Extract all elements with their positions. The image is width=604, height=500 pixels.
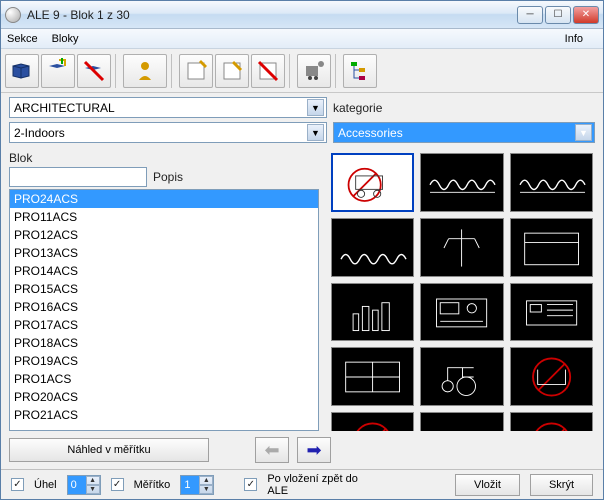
uhel-input[interactable]: 0 ▲▼ xyxy=(67,475,101,495)
thumbnail[interactable] xyxy=(331,412,414,431)
nav-row: Náhled v měřítku ⬅ ➡ xyxy=(1,431,603,469)
thumbnail[interactable] xyxy=(331,153,414,212)
po-vlozeni-checkbox[interactable] xyxy=(244,478,257,491)
left-panel: Blok Popis PRO24ACSPRO11ACSPRO12ACSPRO13… xyxy=(9,151,319,431)
thumbnail[interactable] xyxy=(420,283,503,342)
menubar: Sekce Bloky Info xyxy=(1,29,603,49)
chevron-down-icon: ▼ xyxy=(307,99,324,116)
right-panel xyxy=(329,151,595,431)
blok-label: Blok xyxy=(9,151,319,165)
thumbnail[interactable] xyxy=(420,412,503,431)
thumbnail[interactable] xyxy=(331,347,414,406)
list-item[interactable]: PRO16ACS xyxy=(10,298,318,316)
chevron-down-icon: ▼ xyxy=(575,124,592,141)
list-item[interactable]: PRO17ACS xyxy=(10,316,318,334)
meritko-label: Měřítko xyxy=(134,479,171,491)
thumbnail-scroll[interactable] xyxy=(329,151,595,431)
toolbar-save-icon[interactable] xyxy=(41,54,75,88)
list-item[interactable]: PRO18ACS xyxy=(10,334,318,352)
architectural-dropdown[interactable]: ARCHITECTURAL ▼ xyxy=(9,97,327,118)
uhel-checkbox[interactable] xyxy=(11,478,24,491)
list-item[interactable]: PRO13ACS xyxy=(10,244,318,262)
menu-bloky[interactable]: Bloky xyxy=(52,33,79,45)
vlozit-button[interactable]: Vložit xyxy=(455,474,520,496)
block-list[interactable]: PRO24ACSPRO11ACSPRO12ACSPRO13ACSPRO14ACS… xyxy=(9,189,319,431)
thumbnail[interactable] xyxy=(510,283,593,342)
bottom-bar: Úhel 0 ▲▼ Měřítko 1 ▲▼ Po vložení zpět d… xyxy=(1,469,603,499)
thumbnail-grid xyxy=(329,151,595,431)
thumbnail[interactable] xyxy=(510,153,593,212)
titlebar: ALE 9 - Blok 1 z 30 ─ ☐ ✕ xyxy=(1,1,603,29)
menu-sekce[interactable]: Sekce xyxy=(7,33,38,45)
list-item[interactable]: PRO20ACS xyxy=(10,388,318,406)
list-item[interactable]: PRO14ACS xyxy=(10,262,318,280)
popis-label: Popis xyxy=(153,170,183,184)
blok-name-input[interactable] xyxy=(9,167,147,187)
indoors-dropdown[interactable]: 2-Indoors ▼ xyxy=(9,122,327,143)
indoors-value: 2-Indoors xyxy=(14,126,65,140)
preview-button[interactable]: Náhled v měřítku xyxy=(9,438,209,462)
list-item[interactable]: PRO1ACS xyxy=(10,370,318,388)
thumbnail[interactable] xyxy=(510,347,593,406)
thumbnail[interactable] xyxy=(331,218,414,277)
app-window: ALE 9 - Blok 1 z 30 ─ ☐ ✕ Sekce Bloky In… xyxy=(0,0,604,500)
thumbnail[interactable] xyxy=(420,218,503,277)
accessories-dropdown[interactable]: Accessories ▼ xyxy=(333,122,595,143)
toolbar xyxy=(1,49,603,93)
chevron-down-icon: ▼ xyxy=(307,124,324,141)
prev-arrow-button[interactable]: ⬅ xyxy=(255,437,289,463)
thumbnail[interactable] xyxy=(420,153,503,212)
minimize-button[interactable]: ─ xyxy=(517,6,543,24)
skryt-button[interactable]: Skrýt xyxy=(530,474,593,496)
menu-info[interactable]: Info xyxy=(565,33,583,45)
thumbnail[interactable] xyxy=(510,218,593,277)
list-item[interactable]: PRO24ACS xyxy=(10,190,318,208)
list-item[interactable]: PRO21ACS xyxy=(10,406,318,424)
selectors-area: ARCHITECTURAL ▼ kategorie 2-Indoors ▼ Ac… xyxy=(1,93,603,147)
meritko-checkbox[interactable] xyxy=(111,478,124,491)
uhel-label: Úhel xyxy=(34,479,57,491)
meritko-input[interactable]: 1 ▲▼ xyxy=(180,475,214,495)
list-item[interactable]: PRO11ACS xyxy=(10,208,318,226)
toolbar-note-delete-icon[interactable] xyxy=(251,54,285,88)
toolbar-note-edit-icon[interactable] xyxy=(215,54,249,88)
thumbnail[interactable] xyxy=(420,347,503,406)
next-arrow-button[interactable]: ➡ xyxy=(297,437,331,463)
accessories-value: Accessories xyxy=(338,126,403,140)
toolbar-delete-icon[interactable] xyxy=(77,54,111,88)
toolbar-note-new-icon[interactable] xyxy=(179,54,213,88)
thumbnail[interactable] xyxy=(510,412,593,431)
maximize-button[interactable]: ☐ xyxy=(545,6,571,24)
list-item[interactable]: PRO12ACS xyxy=(10,226,318,244)
toolbar-tree-icon[interactable] xyxy=(343,54,377,88)
po-vlozeni-label: Po vložení zpět do ALE xyxy=(267,473,377,497)
thumbnail[interactable] xyxy=(331,283,414,342)
architectural-value: ARCHITECTURAL xyxy=(14,101,115,115)
window-title: ALE 9 - Blok 1 z 30 xyxy=(27,8,517,22)
kategorie-label: kategorie xyxy=(333,101,595,115)
toolbar-camera-icon[interactable] xyxy=(297,54,331,88)
content-area: Blok Popis PRO24ACSPRO11ACSPRO12ACSPRO13… xyxy=(1,147,603,431)
list-item[interactable]: PRO19ACS xyxy=(10,352,318,370)
close-button[interactable]: ✕ xyxy=(573,6,599,24)
list-item[interactable]: PRO15ACS xyxy=(10,280,318,298)
app-icon xyxy=(5,7,21,23)
toolbar-person-icon[interactable] xyxy=(123,54,167,88)
toolbar-open-icon[interactable] xyxy=(5,54,39,88)
